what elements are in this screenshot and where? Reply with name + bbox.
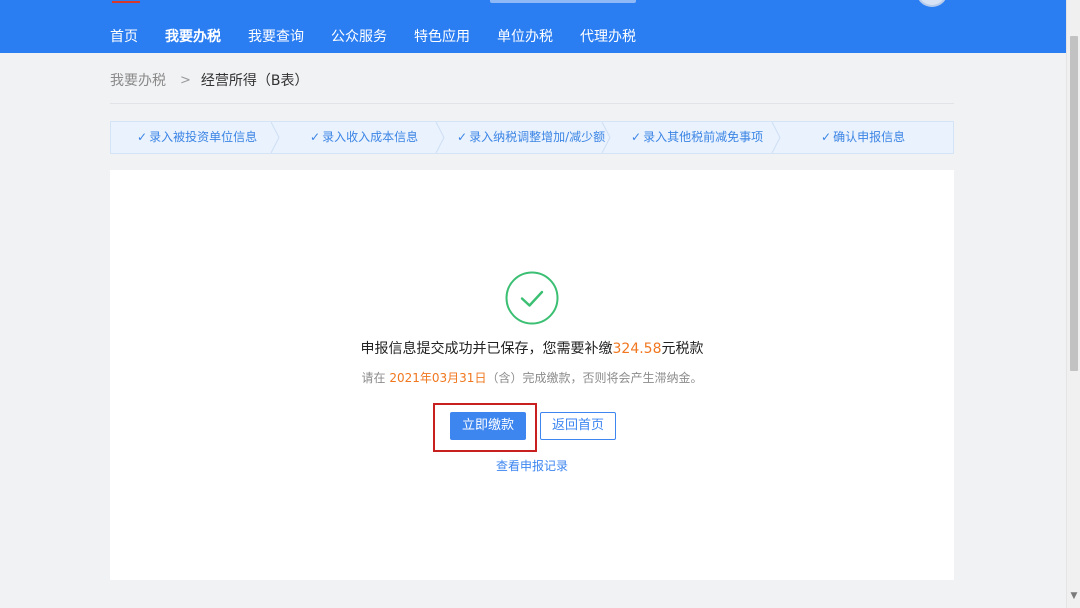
scrollbar-thumb[interactable] (1070, 36, 1078, 371)
breadcrumb-divider (110, 103, 954, 104)
nav-item-featured-apps[interactable]: 特色应用 (414, 26, 470, 48)
top-navigation-bar: 首页 我要办税 我要查询 公众服务 特色应用 单位办税 代理办税 (0, 0, 1066, 53)
step-1-label: 录入被投资单位信息 (149, 130, 258, 144)
step-3-label: 录入纳税调整增加/减少额 (469, 130, 605, 144)
user-avatar[interactable] (916, 0, 948, 7)
nav-item-home[interactable]: 首页 (110, 26, 138, 48)
success-message-prefix: 申报信息提交成功并已保存，您需要补缴 (360, 341, 613, 357)
nav-item-public-service[interactable]: 公众服务 (331, 26, 387, 48)
check-icon: ✓ (821, 130, 832, 144)
step-4[interactable]: ✓ 录入其他税前减免事项 (605, 122, 775, 153)
breadcrumb-separator: > (180, 73, 191, 88)
step-3[interactable]: ✓ 录入纳税调整增加/减少额 (439, 122, 605, 153)
breadcrumb-current: 经营所得（B表） (200, 73, 309, 89)
step-2[interactable]: ✓ 录入收入成本信息 (274, 122, 439, 153)
nav-item-query[interactable]: 我要查询 (248, 26, 304, 48)
breadcrumb: 我要办税 > 经营所得（B表） (110, 71, 309, 91)
main-nav: 首页 我要办税 我要查询 公众服务 特色应用 单位办税 代理办税 (110, 26, 663, 48)
site-logo[interactable] (112, 0, 140, 5)
step-5-label: 确认申报信息 (833, 130, 906, 144)
check-icon: ✓ (310, 130, 321, 144)
check-icon: ✓ (457, 130, 468, 144)
deadline-notice: 请在 2021年03月31日（含）完成缴款，否则将会产生滞纳金。 (110, 369, 954, 387)
success-message: 申报信息提交成功并已保存，您需要补缴324.58元税款 (110, 339, 954, 359)
step-divider-chevron (600, 122, 612, 153)
deadline-notice-prefix: 请在 (361, 371, 390, 385)
result-card: 申报信息提交成功并已保存，您需要补缴324.58元税款 请在 2021年03月3… (110, 170, 954, 580)
success-message-suffix: 元税款 (661, 341, 704, 357)
search-box[interactable] (490, 0, 636, 3)
step-4-label: 录入其他税前减免事项 (643, 130, 764, 144)
nav-item-employer-tax[interactable]: 单位办税 (497, 26, 553, 48)
step-2-label: 录入收入成本信息 (322, 130, 419, 144)
payment-deadline: 2021年03月31日 (389, 371, 487, 385)
step-1[interactable]: ✓ 录入被投资单位信息 (111, 122, 274, 153)
progress-steps: ✓ 录入被投资单位信息 ✓ 录入收入成本信息 ✓ 录入纳税调整增加/减少额 ✓ 录入其他… (110, 121, 954, 154)
step-divider-chevron (434, 122, 446, 153)
payment-amount: 324.58 (612, 341, 662, 357)
view-records-link[interactable]: 查看申报记录 (110, 457, 954, 475)
pay-now-button[interactable]: 立即缴款 (450, 412, 526, 440)
deadline-notice-suffix: （含）完成缴款，否则将会产生滞纳金。 (486, 371, 703, 385)
step-divider-chevron (770, 122, 782, 153)
return-home-button[interactable]: 返回首页 (540, 412, 616, 440)
check-icon: ✓ (137, 130, 148, 144)
check-circle-icon (505, 271, 559, 325)
breadcrumb-parent-link[interactable]: 我要办税 (110, 71, 166, 91)
page-scrollbar[interactable]: ▼ (1066, 0, 1080, 608)
check-icon: ✓ (631, 130, 642, 144)
step-5[interactable]: ✓ 确认申报信息 (775, 122, 953, 153)
nav-item-agent-tax[interactable]: 代理办税 (580, 26, 636, 48)
nav-item-tax-handling[interactable]: 我要办税 (165, 26, 221, 48)
step-divider-chevron (269, 122, 281, 153)
scroll-down-arrow-icon[interactable]: ▼ (1070, 592, 1078, 601)
